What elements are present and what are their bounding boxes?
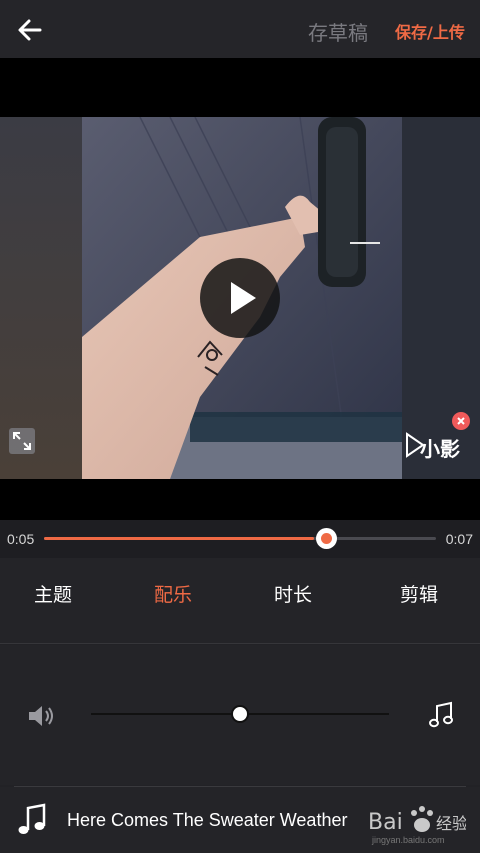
progress-track[interactable] — [44, 528, 436, 549]
editor-tabs: 主题 配乐 时长 剪辑 — [0, 558, 480, 644]
volume-balance-thumb[interactable] — [231, 705, 249, 723]
total-time: 0:07 — [445, 531, 473, 547]
play-button[interactable] — [200, 258, 280, 338]
baidu-watermark-url: jingyan.baidu.com — [372, 835, 445, 845]
tab-music[interactable]: 配乐 — [154, 580, 192, 607]
watermark-text: 小影 — [420, 437, 460, 461]
song-music-note-icon — [18, 803, 46, 834]
arrow-left-icon[interactable] — [14, 14, 46, 46]
tab-theme[interactable]: 主题 — [34, 580, 72, 607]
tab-duration[interactable]: 时长 — [274, 580, 312, 607]
save-draft-button[interactable]: 存草稿 — [308, 17, 368, 46]
progress-fill — [44, 537, 315, 540]
progress-thumb[interactable] — [316, 528, 338, 549]
volume-balance-slider[interactable] — [91, 705, 389, 723]
music-note-icon — [429, 701, 453, 728]
song-title: Here Comes The Sweater Weather — [67, 810, 348, 830]
svg-text:Bai: Bai — [368, 810, 403, 835]
play-icon — [231, 282, 256, 314]
speaker-icon — [29, 706, 53, 726]
expand-icon[interactable] — [9, 428, 35, 454]
timeline-bar: 0:05 0:07 — [0, 520, 480, 558]
close-icon — [457, 417, 465, 425]
current-time: 0:05 — [7, 531, 35, 547]
svg-text:经验: 经验 — [436, 814, 466, 833]
song-row[interactable]: Here Comes The Sweater Weather Bai 经验 ji… — [0, 787, 480, 853]
save-upload-button[interactable]: 保存/上传 — [395, 19, 465, 43]
tab-edit[interactable]: 剪辑 — [400, 580, 438, 607]
top-bar: 存草稿 保存/上传 — [0, 0, 480, 58]
watermark-logo: 小影 — [404, 430, 460, 461]
volume-balance-row — [0, 645, 480, 785]
video-preview[interactable]: 小影 — [0, 58, 480, 520]
watermark-close-icon[interactable] — [452, 412, 470, 430]
